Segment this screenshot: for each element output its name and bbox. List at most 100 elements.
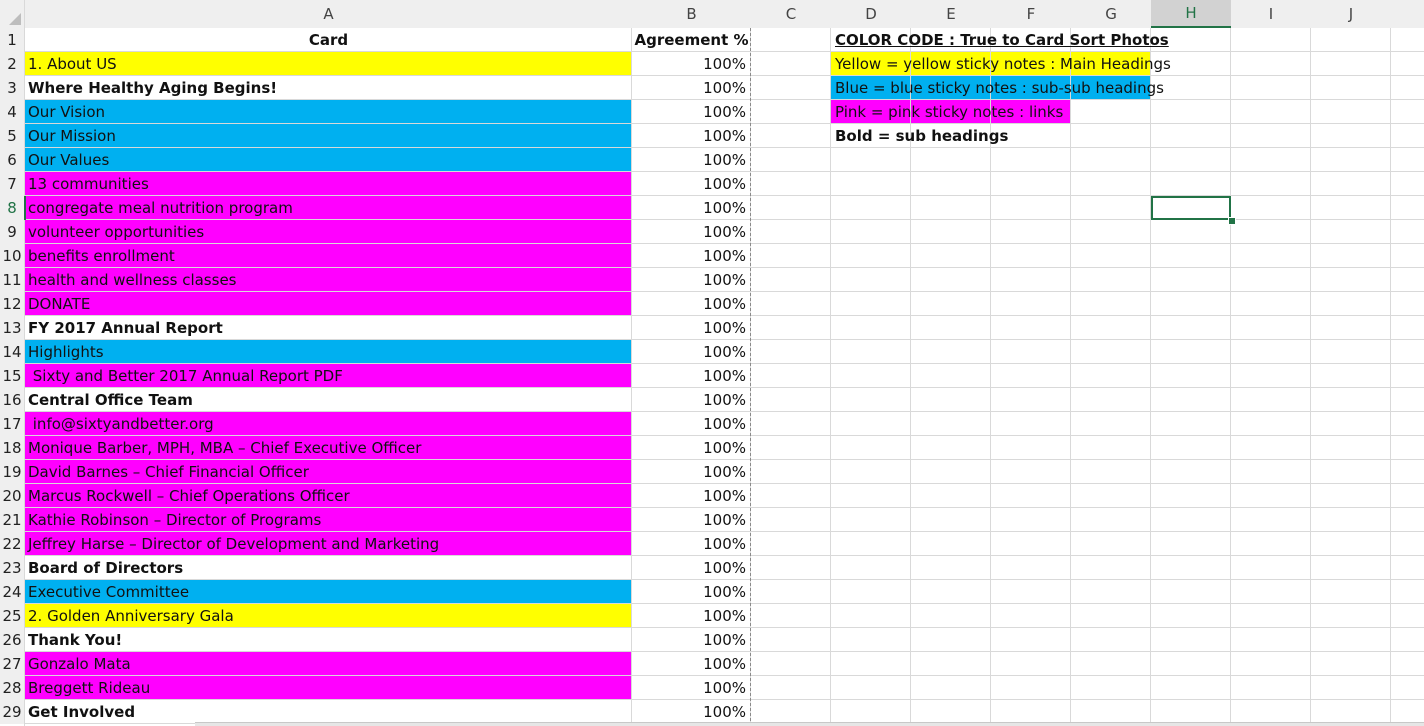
column-header-c[interactable]: C (751, 0, 831, 28)
row-header-17[interactable]: 17 (0, 412, 24, 436)
spreadsheet-grid[interactable]: Card Agreement % 1. About US 100% Where Heal… (0, 0, 1424, 726)
card-cell[interactable]: info@sixtyandbetter.org (28, 412, 214, 436)
agreement-cell[interactable]: 100% (632, 100, 746, 124)
select-all-corner[interactable] (0, 0, 24, 28)
agreement-cell[interactable]: 100% (632, 580, 746, 604)
card-cell[interactable]: Get Involved (28, 700, 135, 724)
legend-blue[interactable]: Blue = blue sticky notes : sub-sub headi… (835, 76, 1164, 100)
legend-bold[interactable]: Bold = sub headings (835, 124, 1008, 148)
horizontal-scrollbar[interactable] (195, 722, 1424, 726)
card-cell[interactable]: Executive Committee (28, 580, 189, 604)
header-agreement[interactable]: Agreement % (632, 28, 751, 52)
legend-pink[interactable]: Pink = pink sticky notes : links (835, 100, 1063, 124)
card-cell[interactable]: DONATE (28, 292, 90, 316)
row-header-10[interactable]: 10 (0, 244, 24, 268)
agreement-cell[interactable]: 100% (632, 172, 746, 196)
agreement-cell[interactable]: 100% (632, 460, 746, 484)
agreement-cell[interactable]: 100% (632, 220, 746, 244)
row-header-16[interactable]: 16 (0, 388, 24, 412)
agreement-cell[interactable]: 100% (632, 244, 746, 268)
column-header-j[interactable]: J (1311, 0, 1391, 28)
column-header-a[interactable]: A (25, 0, 632, 28)
agreement-cell[interactable]: 100% (632, 148, 746, 172)
column-header-h[interactable]: H (1151, 0, 1231, 28)
agreement-cell[interactable]: 100% (632, 484, 746, 508)
card-cell[interactable]: Where Healthy Aging Begins! (28, 76, 277, 100)
card-cell[interactable]: Monique Barber, MPH, MBA – Chief Executi… (28, 436, 421, 460)
row-header-9[interactable]: 9 (0, 220, 24, 244)
legend-title[interactable]: COLOR CODE : True to Card Sort Photos (835, 28, 1169, 52)
fill-handle[interactable] (1228, 217, 1236, 225)
row-header-21[interactable]: 21 (0, 508, 24, 532)
column-header-d[interactable]: D (831, 0, 911, 28)
agreement-cell[interactable]: 100% (632, 364, 746, 388)
agreement-cell[interactable]: 100% (632, 676, 746, 700)
row-header-1[interactable]: 1 (0, 28, 24, 52)
card-cell[interactable]: Central Office Team (28, 388, 193, 412)
card-cell[interactable]: benefits enrollment (28, 244, 175, 268)
card-cell[interactable]: 1. About US (28, 52, 117, 76)
agreement-cell[interactable]: 100% (632, 340, 746, 364)
row-header-18[interactable]: 18 (0, 436, 24, 460)
row-header-25[interactable]: 25 (0, 604, 24, 628)
row-header-13[interactable]: 13 (0, 316, 24, 340)
row-header-12[interactable]: 12 (0, 292, 24, 316)
agreement-cell[interactable]: 100% (632, 196, 746, 220)
card-cell[interactable]: Board of Directors (28, 556, 183, 580)
row-header-24[interactable]: 24 (0, 580, 24, 604)
agreement-cell[interactable]: 100% (632, 52, 746, 76)
agreement-cell[interactable]: 100% (632, 556, 746, 580)
column-header-f[interactable]: F (991, 0, 1071, 28)
row-header-5[interactable]: 5 (0, 124, 24, 148)
card-cell[interactable]: congregate meal nutrition program (28, 196, 293, 220)
agreement-cell[interactable]: 100% (632, 532, 746, 556)
row-header-19[interactable]: 19 (0, 460, 24, 484)
card-cell[interactable]: volunteer opportunities (28, 220, 204, 244)
row-header-7[interactable]: 7 (0, 172, 24, 196)
row-header-22[interactable]: 22 (0, 532, 24, 556)
agreement-cell[interactable]: 100% (632, 652, 746, 676)
card-cell[interactable]: FY 2017 Annual Report (28, 316, 223, 340)
row-header-4[interactable]: 4 (0, 100, 24, 124)
card-cell[interactable]: Kathie Robinson – Director of Programs (28, 508, 321, 532)
active-cell-selection[interactable] (1151, 196, 1231, 220)
row-header-3[interactable]: 3 (0, 76, 24, 100)
column-header-i[interactable]: I (1231, 0, 1311, 28)
column-header-b[interactable]: B (632, 0, 751, 28)
row-header-28[interactable]: 28 (0, 676, 24, 700)
row-header-14[interactable]: 14 (0, 340, 24, 364)
agreement-cell[interactable]: 100% (632, 508, 746, 532)
column-header-e[interactable]: E (911, 0, 991, 28)
agreement-cell[interactable]: 100% (632, 412, 746, 436)
card-cell[interactable]: Gonzalo Mata (28, 652, 131, 676)
agreement-cell[interactable]: 100% (632, 76, 746, 100)
agreement-cell[interactable]: 100% (632, 292, 746, 316)
legend-yellow[interactable]: Yellow = yellow sticky notes : Main Head… (835, 52, 1171, 76)
card-cell[interactable]: Sixty and Better 2017 Annual Report PDF (28, 364, 343, 388)
row-header-27[interactable]: 27 (0, 652, 24, 676)
card-cell[interactable]: David Barnes – Chief Financial Officer (28, 460, 309, 484)
header-card[interactable]: Card (25, 28, 632, 52)
agreement-cell[interactable]: 100% (632, 436, 746, 460)
card-cell[interactable]: Highlights (28, 340, 104, 364)
row-header-26[interactable]: 26 (0, 628, 24, 652)
row-header-6[interactable]: 6 (0, 148, 24, 172)
agreement-cell[interactable]: 100% (632, 268, 746, 292)
row-header-11[interactable]: 11 (0, 268, 24, 292)
row-header-29[interactable]: 29 (0, 700, 24, 724)
agreement-cell[interactable]: 100% (632, 628, 746, 652)
card-cell[interactable]: Our Values (28, 148, 109, 172)
row-header-15[interactable]: 15 (0, 364, 24, 388)
row-header-8[interactable]: 8 (0, 196, 26, 220)
row-header-20[interactable]: 20 (0, 484, 24, 508)
card-cell[interactable]: health and wellness classes (28, 268, 236, 292)
row-header-23[interactable]: 23 (0, 556, 24, 580)
card-cell[interactable]: Marcus Rockwell – Chief Operations Offic… (28, 484, 350, 508)
agreement-cell[interactable]: 100% (632, 388, 746, 412)
row-header-2[interactable]: 2 (0, 52, 24, 76)
card-cell[interactable]: Breggett Rideau (28, 676, 150, 700)
card-cell[interactable]: Jeffrey Harse – Director of Development … (28, 532, 439, 556)
agreement-cell[interactable]: 100% (632, 316, 746, 340)
column-header-g[interactable]: G (1071, 0, 1151, 28)
agreement-cell[interactable]: 100% (632, 700, 746, 724)
